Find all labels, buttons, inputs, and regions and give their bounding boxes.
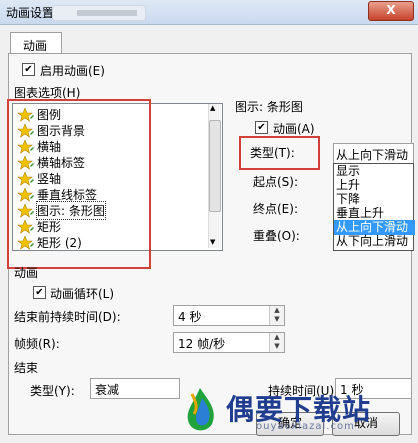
duration-label: 结束前持续时间(D): [14, 310, 121, 324]
end-type-select[interactable]: 衰减 [90, 378, 180, 399]
type-label: 类型(T): [250, 146, 295, 160]
enable-animation-checkbox[interactable]: ✔ [22, 63, 35, 76]
spinner-icon[interactable]: ▲ ▼ [269, 306, 284, 325]
loop-label: 动画循环(L) [50, 287, 115, 301]
background-tab [52, 5, 146, 21]
series-animation-checkbox[interactable]: ✔ [255, 121, 268, 134]
type-dropdown-list[interactable]: 显示 上升 下降 垂直上升 从上向下滑动 从下向上滑动 [333, 163, 415, 251]
close-button[interactable]: X [368, 1, 414, 21]
end-type-label: 类型(Y): [30, 384, 75, 398]
end-type-value: 衰减 [95, 383, 120, 397]
dropdown-option-selected[interactable]: 从上向下滑动 [334, 220, 415, 235]
fps-stepper[interactable]: 12 帧/秒 ▲ ▼ [173, 332, 285, 353]
list-scroll-thumb[interactable] [209, 120, 221, 212]
window-title: 动画设置 [6, 6, 55, 20]
spinner-icon[interactable]: ▲ ▼ [269, 333, 284, 352]
animation-group-label: 动画 [14, 266, 39, 280]
repeat-label: 重叠(O): [253, 229, 300, 243]
series-animation-label: 动画(A) [273, 122, 315, 136]
dropdown-option[interactable]: 从下向上滑动 [334, 234, 415, 249]
duration-value: 4 秒 [178, 310, 202, 324]
watermark-url: ouyaoxiazai.com [256, 421, 355, 432]
dropdown-option[interactable]: 上升 [334, 178, 415, 193]
dropdown-option[interactable]: 显示 [334, 164, 415, 179]
highlight-box-list [7, 99, 151, 269]
enable-animation-label: 启用动画(E) [40, 64, 105, 78]
type-select[interactable]: 从上向下滑动 [333, 143, 414, 164]
start-label: 起点(S): [253, 175, 299, 189]
tab-animation-label: 动画 [23, 39, 48, 53]
dropdown-option[interactable]: 下降 [334, 192, 415, 207]
end-label: 终点(E): [253, 202, 298, 216]
type-select-value: 从上向下滑动 [336, 148, 409, 162]
dropdown-option[interactable]: 垂直上升 [334, 206, 415, 221]
fps-label: 帧频(R): [14, 337, 60, 351]
watermark-logo [187, 388, 214, 431]
scroll-up-icon[interactable]: ▲ [210, 104, 215, 112]
tab-animation[interactable]: 动画 [10, 32, 62, 55]
duration-stepper[interactable]: 4 秒 ▲ ▼ [173, 305, 285, 326]
fps-value: 12 帧/秒 [178, 337, 226, 351]
end-group-label: 结束 [14, 361, 39, 375]
scroll-down-icon[interactable]: ▼ [210, 238, 215, 246]
loop-checkbox[interactable]: ✔ [33, 286, 46, 299]
series-group-label: 图示: 条形图 [235, 100, 303, 114]
